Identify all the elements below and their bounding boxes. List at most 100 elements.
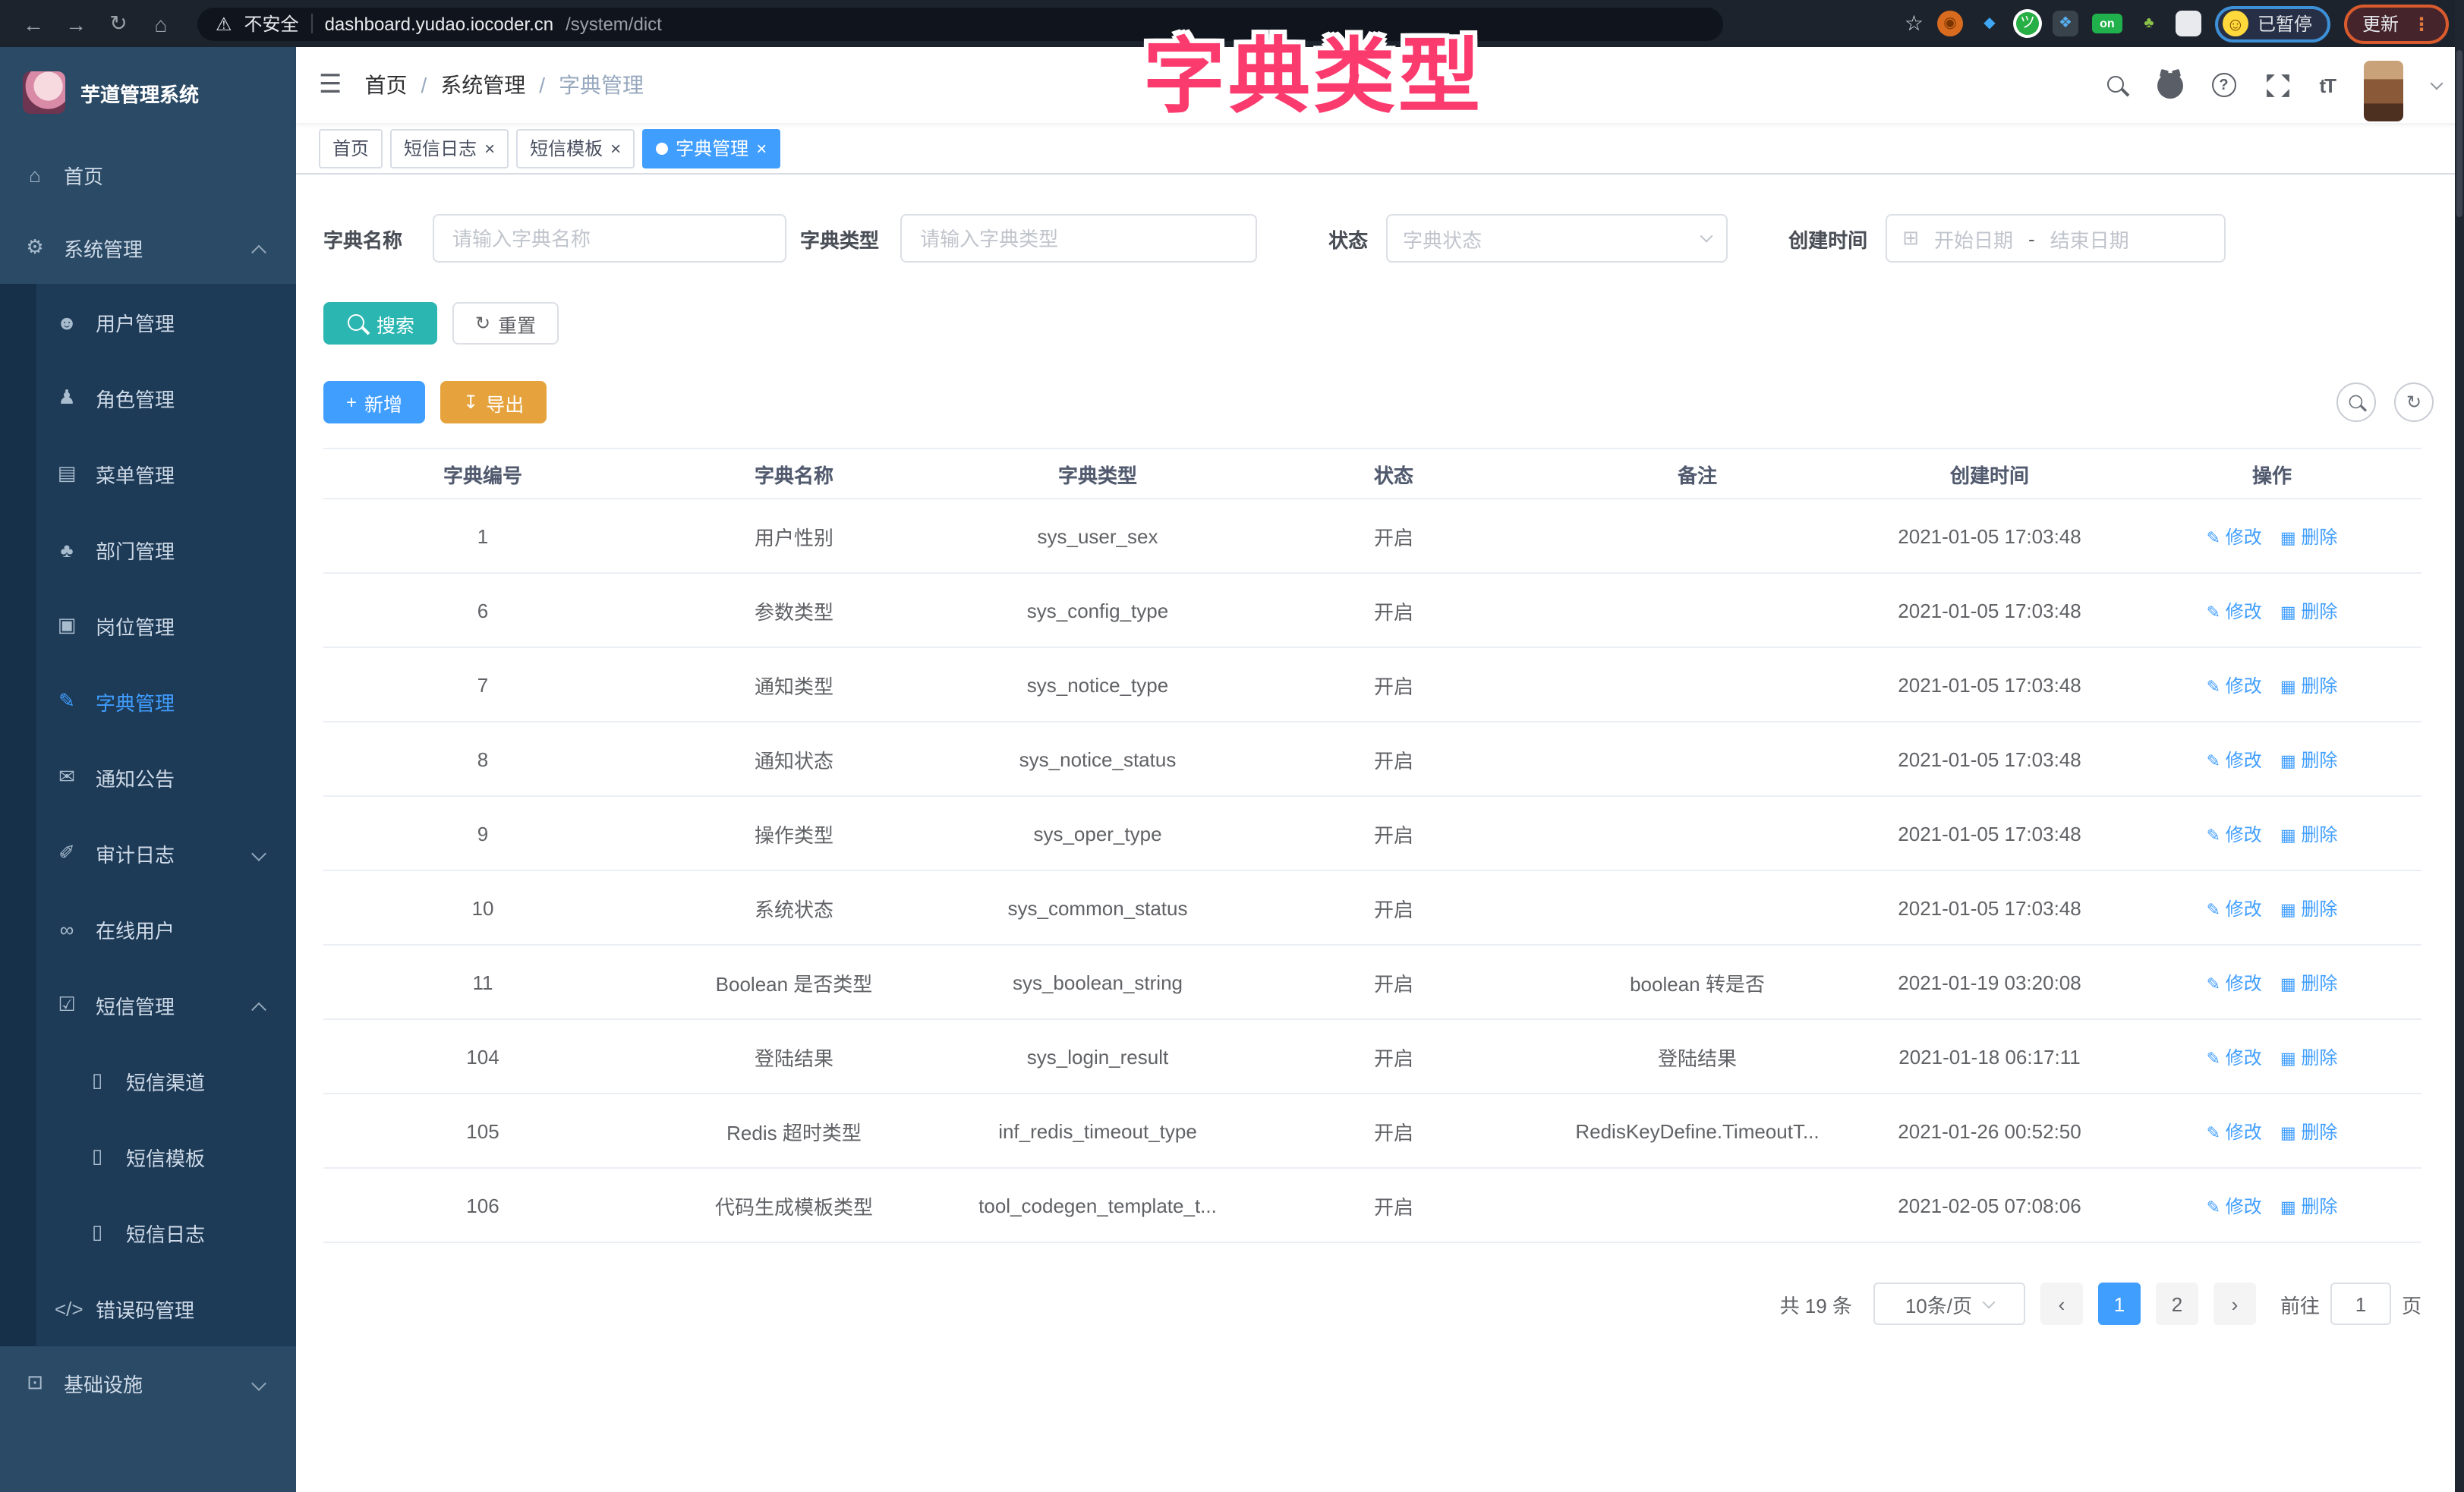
sidebar-item-audit-log[interactable]: ✐ 审计日志 [0, 815, 296, 891]
delete-link[interactable]: ▦ 删除 [2280, 600, 2338, 622]
page-number-button-2[interactable]: 2 [2156, 1283, 2198, 1325]
sidebar-item-infrastructure[interactable]: ⊡ 基础设施 [0, 1346, 296, 1419]
delete-link[interactable]: ▦ 删除 [2280, 1121, 2338, 1142]
delete-link[interactable]: ▦ 删除 [2280, 675, 2338, 696]
tab-home[interactable]: 首页 × [319, 128, 383, 168]
browser-reload-button[interactable]: ↻ [100, 5, 137, 42]
cell-dict-type-link[interactable]: tool_codegen_template_t... [946, 1168, 1249, 1242]
sidebar-item-online-users[interactable]: ∞ 在线用户 [0, 891, 296, 967]
breadcrumb-system[interactable]: 系统管理 [440, 70, 525, 100]
edit-link[interactable]: ✎ 修改 [2207, 675, 2262, 696]
browser-extension-orange[interactable]: ◉ [1937, 11, 1963, 36]
edit-link[interactable]: ✎ 修改 [2207, 526, 2262, 547]
cell-dict-type-link[interactable]: sys_oper_type [946, 796, 1249, 870]
browser-extension-gem[interactable]: ◆ [1977, 11, 2002, 36]
sidebar-item-sms-log[interactable]: ▯ 短信日志 [0, 1195, 296, 1270]
next-page-button[interactable]: › [2214, 1283, 2256, 1325]
cell-dict-type-link[interactable]: inf_redis_timeout_type [946, 1094, 1249, 1168]
cell-dict-type-link[interactable]: sys_config_type [946, 573, 1249, 647]
chevron-down-icon[interactable] [2431, 77, 2444, 90]
edit-link[interactable]: ✎ 修改 [2207, 1195, 2262, 1217]
hamburger-icon[interactable]: ☰ [319, 70, 342, 100]
close-icon[interactable]: × [484, 139, 495, 157]
edit-link[interactable]: ✎ 修改 [2207, 898, 2262, 919]
edit-link[interactable]: ✎ 修改 [2207, 1121, 2262, 1142]
browser-menu-icon[interactable]: ⋮ [2412, 13, 2431, 34]
tab-sms-template[interactable]: 短信模板 × [516, 128, 635, 168]
goto-page-input[interactable] [2330, 1283, 2391, 1325]
github-icon[interactable] [2157, 72, 2182, 98]
sidebar-item-dept-management[interactable]: ♣ 部门管理 [0, 511, 296, 587]
delete-link[interactable]: ▦ 删除 [2280, 972, 2338, 993]
cell-dict-type-link[interactable]: sys_login_result [946, 1019, 1249, 1094]
tab-dict-management[interactable]: 字典管理 × [642, 128, 780, 168]
delete-link[interactable]: ▦ 删除 [2280, 526, 2338, 547]
edit-link[interactable]: ✎ 修改 [2207, 972, 2262, 993]
sidebar-item-notice[interactable]: ✉ 通知公告 [0, 739, 296, 815]
delete-link[interactable]: ▦ 删除 [2280, 823, 2338, 845]
toggle-search-button[interactable] [2336, 382, 2376, 422]
browser-extension-sprout[interactable]: ♣ [2136, 11, 2162, 36]
sidebar-item-sms-channel[interactable]: ▯ 短信渠道 [0, 1043, 296, 1119]
cell-dict-type-link[interactable]: sys_common_status [946, 870, 1249, 945]
sidebar-item-sms-template[interactable]: ▯ 短信模板 [0, 1119, 296, 1195]
dict-name-input[interactable] [433, 214, 786, 263]
sidebar-item-sms-management[interactable]: ☑ 短信管理 [0, 967, 296, 1043]
dict-type-input[interactable] [900, 214, 1257, 263]
browser-extension-puzzle[interactable] [2176, 11, 2201, 36]
browser-home-button[interactable]: ⌂ [143, 5, 179, 42]
reset-button[interactable]: ↻重置 [452, 302, 559, 345]
browser-update-button[interactable]: 更新 ⋮ [2344, 4, 2449, 43]
delete-link[interactable]: ▦ 删除 [2280, 1195, 2338, 1217]
sidebar-item-user-management[interactable]: ☻ 用户管理 [0, 284, 296, 360]
help-icon[interactable]: ? [2211, 73, 2236, 97]
sidebar-item-dict-management[interactable]: ✎ 字典管理 [0, 663, 296, 739]
delete-link[interactable]: ▦ 删除 [2280, 1047, 2338, 1068]
page-number-button-1[interactable]: 1 [2098, 1283, 2141, 1325]
start-date-placeholder[interactable]: 开始日期 [1934, 224, 2013, 253]
cell-dict-type-link[interactable]: sys_boolean_string [946, 945, 1249, 1019]
sidebar-item-post-management[interactable]: ▣ 岗位管理 [0, 587, 296, 663]
prev-page-button[interactable]: ‹ [2040, 1283, 2083, 1325]
status-select[interactable]: 字典状态 [1386, 214, 1728, 263]
page-size-select[interactable]: 10条/页 [1873, 1283, 2025, 1325]
delete-link[interactable]: ▦ 删除 [2280, 898, 2338, 919]
search-icon[interactable] [2105, 74, 2128, 96]
close-icon[interactable]: × [756, 139, 767, 157]
date-range-picker[interactable]: ⊞ 开始日期 - 结束日期 [1886, 214, 2226, 263]
browser-extension-green[interactable]: ツ [2016, 12, 2039, 35]
breadcrumb-home[interactable]: 首页 [365, 70, 408, 100]
search-button[interactable]: 搜索 [323, 302, 437, 345]
export-button[interactable]: ↧导出 [440, 381, 547, 423]
edit-link[interactable]: ✎ 修改 [2207, 600, 2262, 622]
add-button[interactable]: +新增 [323, 381, 425, 423]
app-logo[interactable]: 芋道管理系统 [0, 47, 296, 138]
browser-back-button[interactable]: ← [15, 5, 52, 42]
browser-forward-button[interactable]: → [58, 5, 94, 42]
edit-link[interactable]: ✎ 修改 [2207, 749, 2262, 770]
cell-dict-type-link[interactable]: sys_user_sex [946, 499, 1249, 573]
edit-link[interactable]: ✎ 修改 [2207, 823, 2262, 845]
browser-scrollbar[interactable] [2455, 0, 2464, 1492]
font-size-icon[interactable]: tT [2319, 74, 2335, 96]
bookmark-star-icon[interactable]: ☆ [1905, 11, 1924, 36]
sidebar-item-home[interactable]: ⌂ 首页 [0, 138, 296, 211]
tab-sms-log[interactable]: 短信日志 × [390, 128, 509, 168]
sidebar-item-menu-management[interactable]: ▤ 菜单管理 [0, 436, 296, 511]
paused-profile-chip[interactable]: ☺ 已暂停 [2215, 5, 2330, 42]
end-date-placeholder[interactable]: 结束日期 [2050, 224, 2129, 253]
edit-link[interactable]: ✎ 修改 [2207, 1047, 2262, 1068]
cell-dict-type-link[interactable]: sys_notice_status [946, 722, 1249, 796]
refresh-table-button[interactable]: ↻ [2394, 382, 2434, 422]
close-icon[interactable]: × [610, 139, 621, 157]
user-avatar[interactable] [2364, 61, 2403, 121]
sidebar-item-role-management[interactable]: ♟ 角色管理 [0, 360, 296, 436]
fullscreen-icon[interactable] [2264, 72, 2290, 98]
address-bar[interactable]: ⚠ 不安全 dashboard.yudao.iocoder.cn/system/… [197, 7, 1723, 40]
browser-extension-tiles[interactable]: ❖ [2053, 11, 2078, 36]
browser-extension-on[interactable]: on [2092, 14, 2122, 33]
cell-dict-type-link[interactable]: sys_notice_type [946, 647, 1249, 722]
delete-link[interactable]: ▦ 删除 [2280, 749, 2338, 770]
sidebar-item-error-code[interactable]: </> 错误码管理 [0, 1270, 296, 1346]
scrollbar-thumb[interactable] [2456, 50, 2462, 217]
